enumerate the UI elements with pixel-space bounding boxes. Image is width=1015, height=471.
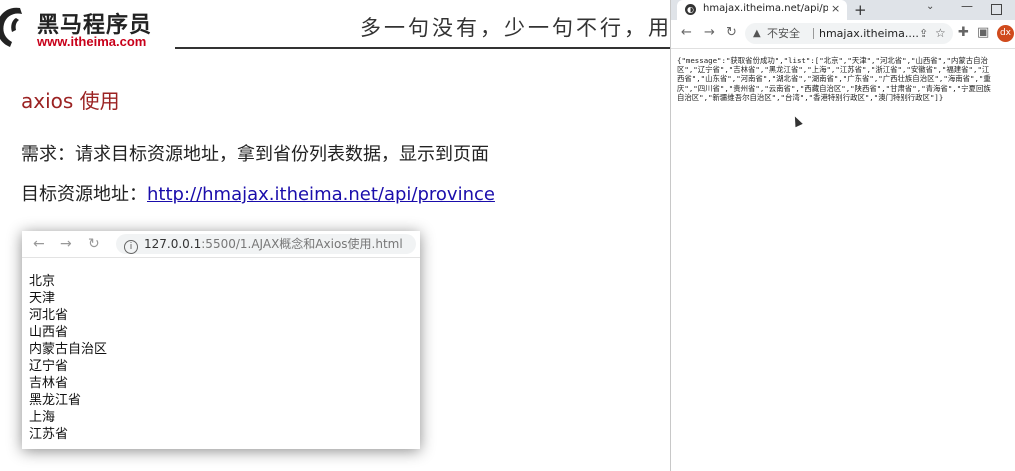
browser-window: ◐ hmajax.itheima.net/api/provin × + ⌄ — … bbox=[670, 0, 1015, 471]
address-bar[interactable]: ▲ 不安全 hmajax.itheima.... ⇪ ☆ bbox=[745, 23, 953, 44]
horse-logo-icon bbox=[0, 7, 22, 47]
tab-strip: ◐ hmajax.itheima.net/api/provin × + ⌄ — bbox=[671, 0, 1015, 20]
logo-brand-url: www.itheima.com bbox=[37, 34, 147, 49]
province-item: 内蒙古自治区 bbox=[29, 342, 108, 357]
requirement-text: 需求：请求目标资源地址，拿到省份列表数据，显示到页面 bbox=[21, 144, 489, 165]
side-panel-icon[interactable]: ▣ bbox=[977, 25, 989, 41]
json-line: 自治区","新疆维吾尔自治区","台湾","香港特别行政区","澳门特别行政区"… bbox=[677, 92, 944, 102]
insecure-label[interactable]: 不安全 bbox=[767, 23, 800, 44]
share-icon[interactable]: ⇪ bbox=[919, 23, 928, 44]
province-item: 上海 bbox=[29, 410, 56, 425]
tab-active[interactable]: ◐ hmajax.itheima.net/api/provin × bbox=[677, 0, 847, 20]
tab-search-chevron-icon[interactable]: ⌄ bbox=[926, 1, 934, 12]
json-line: 庆","四川省","贵州省","云南省","西藏自治区","陕西省","甘肃省"… bbox=[677, 83, 991, 93]
puzzle-icon[interactable]: ✚ bbox=[958, 25, 969, 41]
resource-line: 目标资源地址：http://hmajax.itheima.net/api/pro… bbox=[21, 180, 495, 206]
json-line: 西省","山东省","河南省","湖北省","湖南省","广东省","广西壮族自… bbox=[677, 74, 991, 84]
reload-icon[interactable]: ↻ bbox=[726, 25, 737, 41]
omnibox-separator bbox=[813, 28, 814, 39]
new-tab-button[interactable]: + bbox=[854, 0, 867, 20]
province-item: 江苏省 bbox=[29, 427, 69, 442]
info-icon: i bbox=[124, 240, 138, 254]
itheima-logo: 黑马程序员 www.itheima.com bbox=[0, 2, 170, 50]
json-response-body: {"message":"获取省份成功","list":["北京","天津","河… bbox=[677, 56, 1015, 102]
province-item: 北京 bbox=[29, 274, 56, 289]
back-arrow-icon[interactable]: ← bbox=[681, 25, 692, 41]
warning-icon[interactable]: ▲ bbox=[753, 23, 761, 44]
json-line: 区","辽宁省","吉林省","黑龙江省","上海","江苏省","浙江省","… bbox=[677, 65, 990, 75]
province-item: 黑龙江省 bbox=[29, 393, 82, 408]
slide-slogan: 多一句没有，少一句不行，用更 bbox=[360, 16, 670, 40]
browser-toolbar: ← → ↻ ▲ 不安全 hmajax.itheima.... ⇪ ☆ ✚ ▣ d… bbox=[671, 20, 1015, 49]
province-item: 吉林省 bbox=[29, 376, 69, 391]
demo-url-path: :5500/1.AJAX概念和Axios使用.html bbox=[201, 237, 403, 251]
province-item: 山西省 bbox=[29, 325, 69, 340]
profile-avatar[interactable]: dx bbox=[997, 25, 1014, 42]
forward-arrow-icon[interactable]: → bbox=[704, 25, 715, 41]
back-arrow-icon: ← bbox=[33, 236, 45, 252]
slide-title: axios 使用 bbox=[21, 89, 120, 113]
province-list: 北京 天津 河北省 山西省 内蒙古自治区 辽宁省 吉林省 黑龙江省 上海 江苏省 bbox=[29, 273, 107, 443]
demo-address-bar: i 127.0.0.1:5500/1.AJAX概念和Axios使用.html bbox=[116, 234, 416, 254]
minimize-button[interactable]: — bbox=[961, 0, 973, 13]
resource-link[interactable]: http://hmajax.itheima.net/api/province bbox=[147, 184, 495, 205]
address-url[interactable]: hmajax.itheima.... bbox=[819, 23, 919, 44]
star-icon[interactable]: ☆ bbox=[935, 23, 946, 44]
maximize-button[interactable] bbox=[991, 4, 1002, 15]
slide: 黑马程序员 www.itheima.com 多一句没有，少一句不行，用更 axi… bbox=[0, 0, 670, 471]
reload-icon: ↻ bbox=[88, 236, 100, 252]
header-divider bbox=[175, 47, 670, 49]
province-item: 河北省 bbox=[29, 308, 69, 323]
demo-url-host: 127.0.0.1 bbox=[144, 237, 202, 251]
province-item: 天津 bbox=[29, 291, 56, 306]
demo-browser-screenshot: ← → ↻ i 127.0.0.1:5500/1.AJAX概念和Axios使用.h… bbox=[22, 231, 420, 449]
mouse-cursor-icon bbox=[791, 114, 803, 128]
demo-browser-toolbar: ← → ↻ i 127.0.0.1:5500/1.AJAX概念和Axios使用.h… bbox=[22, 231, 420, 258]
tab-close-button[interactable]: × bbox=[831, 2, 840, 15]
tab-title: hmajax.itheima.net/api/provin bbox=[703, 3, 828, 14]
tab-favicon-icon: ◐ bbox=[685, 4, 696, 15]
json-line: {"message":"获取省份成功","list":["北京","天津","河… bbox=[677, 56, 988, 65]
province-item: 辽宁省 bbox=[29, 359, 69, 374]
resource-label: 目标资源地址： bbox=[21, 184, 147, 205]
forward-arrow-icon: → bbox=[60, 236, 72, 252]
